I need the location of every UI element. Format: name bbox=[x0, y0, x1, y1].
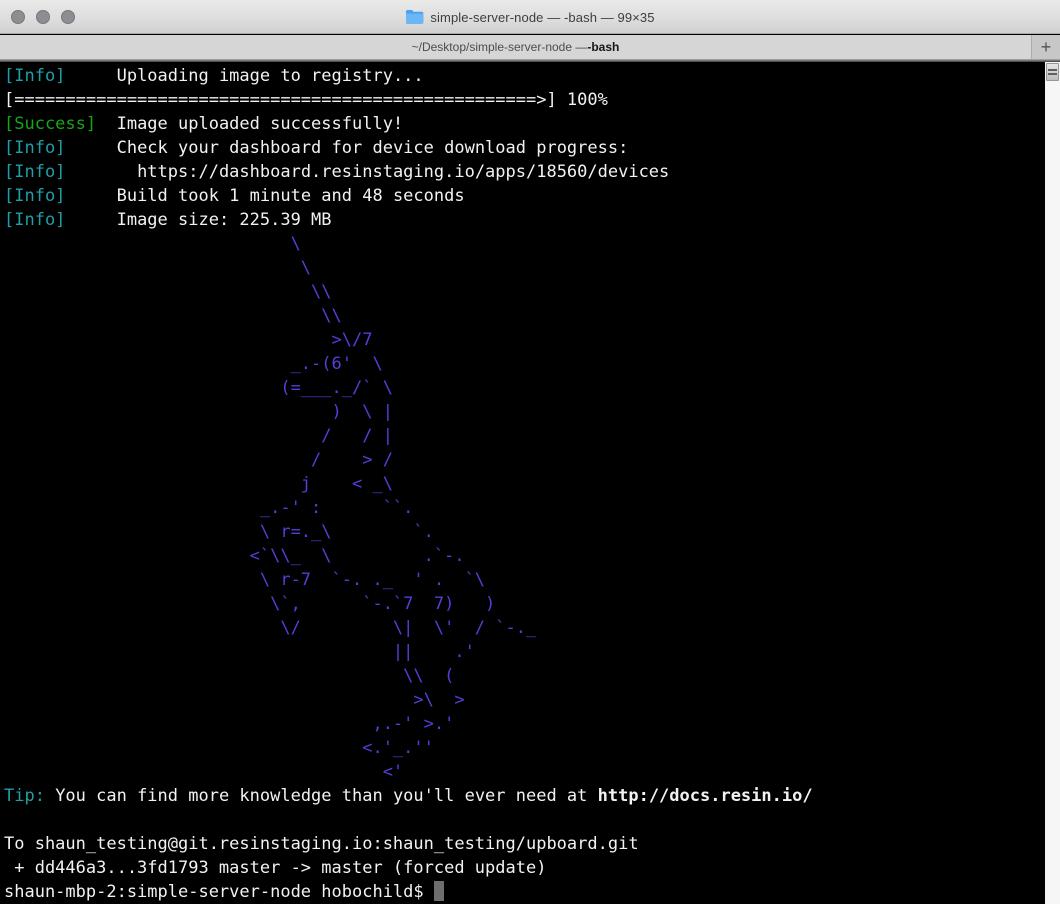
text-segment: \\ bbox=[4, 282, 332, 302]
text-segment: <' bbox=[4, 762, 403, 782]
terminal-window: { "window": { "title": "simple-server-no… bbox=[0, 0, 1060, 904]
unicorn-ascii-art-line: \ bbox=[4, 256, 1045, 280]
unicorn-ascii-art-line: >\ > bbox=[4, 688, 1045, 712]
text-segment: ) \ | bbox=[4, 402, 393, 422]
info-uploading-line: [Info] Uploading image to registry... bbox=[4, 64, 1045, 88]
blank-line bbox=[4, 808, 1045, 832]
text-segment: >\/7 bbox=[4, 330, 372, 350]
text-segment: [=======================================… bbox=[4, 90, 608, 110]
text-segment: You can find more knowledge than you'll … bbox=[55, 786, 597, 806]
text-segment: Build took 1 minute and 48 seconds bbox=[65, 186, 464, 206]
text-segment: Tip: bbox=[4, 786, 55, 806]
unicorn-ascii-art-line: || .' bbox=[4, 640, 1045, 664]
info-image-size-line: [Info] Image size: 225.39 MB bbox=[4, 208, 1045, 232]
unicorn-ascii-art-line: \\ bbox=[4, 304, 1045, 328]
unicorn-ascii-art-line: \`, `-.`7 7) ) bbox=[4, 592, 1045, 616]
unicorn-ascii-art-line: / > / bbox=[4, 448, 1045, 472]
text-segment: shaun-mbp-2:simple-server-node hobochild… bbox=[4, 882, 434, 902]
unicorn-ascii-art-line: ,.-' >.' bbox=[4, 712, 1045, 736]
text-segment: \ bbox=[4, 258, 311, 278]
unicorn-ascii-art-line: _.-(6' \ bbox=[4, 352, 1045, 376]
info-url-line: [Info] https://dashboard.resinstaging.io… bbox=[4, 160, 1045, 184]
unicorn-ascii-art-line: \\ ( bbox=[4, 664, 1045, 688]
text-segment: [Info] bbox=[4, 138, 65, 158]
text-segment: Uploading image to registry... bbox=[65, 66, 423, 86]
text-segment: [Info] bbox=[4, 162, 65, 182]
tip-line: Tip: You can find more knowledge than yo… bbox=[4, 784, 1045, 808]
text-segment: ,.-' >.' bbox=[4, 714, 454, 734]
text-segment: / / | bbox=[4, 426, 393, 446]
git-push-result-line: + dd446a3...3fd1793 master -> master (fo… bbox=[4, 856, 1045, 880]
text-segment: \ bbox=[4, 234, 301, 254]
terminal-output[interactable]: [Info] Uploading image to registry...[==… bbox=[0, 62, 1045, 904]
git-push-remote-line: To shaun_testing@git.resinstaging.io:sha… bbox=[4, 832, 1045, 856]
text-segment: Image size: 225.39 MB bbox=[65, 210, 331, 230]
text-segment: \\ ( bbox=[4, 666, 454, 686]
unicorn-ascii-art-line: (=___._/` \ bbox=[4, 376, 1045, 400]
tab-simple-server-node[interactable]: ~/Desktop/simple-server-node — -bash bbox=[0, 35, 1032, 59]
scrollbar-marker-button[interactable] bbox=[1046, 63, 1059, 81]
unicorn-ascii-art-line: \ bbox=[4, 232, 1045, 256]
unicorn-ascii-art-line: ) \ | bbox=[4, 400, 1045, 424]
text-segment: \\ bbox=[4, 306, 342, 326]
plus-icon: + bbox=[1041, 37, 1052, 58]
prompt-line: shaun-mbp-2:simple-server-node hobochild… bbox=[4, 880, 1045, 904]
text-segment: >\ > bbox=[4, 690, 465, 710]
text-segment: [Success] bbox=[4, 114, 96, 134]
text-segment: Check your dashboard for device download… bbox=[65, 138, 628, 158]
unicorn-ascii-art-line: <' bbox=[4, 760, 1045, 784]
unicorn-ascii-art-line: j < _\ bbox=[4, 472, 1045, 496]
text-segment: https://dashboard.resinstaging.io/apps/1… bbox=[65, 162, 669, 182]
text-segment: To shaun_testing@git.resinstaging.io:sha… bbox=[4, 834, 639, 854]
text-segment: + dd446a3...3fd1793 master -> master (fo… bbox=[4, 858, 546, 878]
window-title: simple-server-node — -bash — 99×35 bbox=[430, 10, 654, 25]
text-segment: [Info] bbox=[4, 66, 65, 86]
text-segment: / > / bbox=[4, 450, 393, 470]
info-dashboard-line: [Info] Check your dashboard for device d… bbox=[4, 136, 1045, 160]
tab-bar: ~/Desktop/simple-server-node — -bash + bbox=[0, 35, 1060, 59]
text-segment: <`\\_ \ .`-. bbox=[4, 546, 465, 566]
tab-title-path: ~/Desktop/simple-server-node — bbox=[412, 40, 588, 54]
unicorn-ascii-art-line: \ r=._\ `. bbox=[4, 520, 1045, 544]
text-segment: _.-' : ``. bbox=[4, 498, 413, 518]
text-segment: j < _\ bbox=[4, 474, 393, 494]
unicorn-ascii-art-line: / / | bbox=[4, 424, 1045, 448]
success-line: [Success] Image uploaded successfully! bbox=[4, 112, 1045, 136]
unicorn-ascii-art-line: <`\\_ \ .`-. bbox=[4, 544, 1045, 568]
folder-icon bbox=[405, 9, 424, 25]
unicorn-ascii-art-line: \\ bbox=[4, 280, 1045, 304]
progress-bar-line: [=======================================… bbox=[4, 88, 1045, 112]
terminal-cursor bbox=[434, 881, 444, 901]
text-segment: <.'_.'' bbox=[4, 738, 434, 758]
new-tab-button[interactable]: + bbox=[1032, 35, 1060, 59]
unicorn-ascii-art-line: \/ \| \' / `-._ bbox=[4, 616, 1045, 640]
text-segment: (=___._/` \ bbox=[4, 378, 393, 398]
text-segment: \ r=._\ `. bbox=[4, 522, 434, 542]
unicorn-ascii-art-line: >\/7 bbox=[4, 328, 1045, 352]
text-segment: _.-(6' \ bbox=[4, 354, 383, 374]
unicorn-ascii-art-line: \ r-7 `-. ._ ' . `\ bbox=[4, 568, 1045, 592]
text-segment: http://docs.resin.io/ bbox=[598, 786, 813, 806]
text-segment: [Info] bbox=[4, 186, 65, 206]
title-bar[interactable]: simple-server-node — -bash — 99×35 bbox=[0, 0, 1060, 34]
text-segment: [Info] bbox=[4, 210, 65, 230]
scrollbar[interactable] bbox=[1045, 62, 1060, 904]
tab-title-process: -bash bbox=[587, 40, 619, 54]
text-segment: Image uploaded successfully! bbox=[96, 114, 403, 134]
unicorn-ascii-art-line: _.-' : ``. bbox=[4, 496, 1045, 520]
text-segment: \ r-7 `-. ._ ' . `\ bbox=[4, 570, 485, 590]
info-build-time-line: [Info] Build took 1 minute and 48 second… bbox=[4, 184, 1045, 208]
text-segment: \/ \| \' / `-._ bbox=[4, 618, 536, 638]
text-segment: \`, `-.`7 7) ) bbox=[4, 594, 495, 614]
text-segment: || .' bbox=[4, 642, 475, 662]
unicorn-ascii-art-line: <.'_.'' bbox=[4, 736, 1045, 760]
